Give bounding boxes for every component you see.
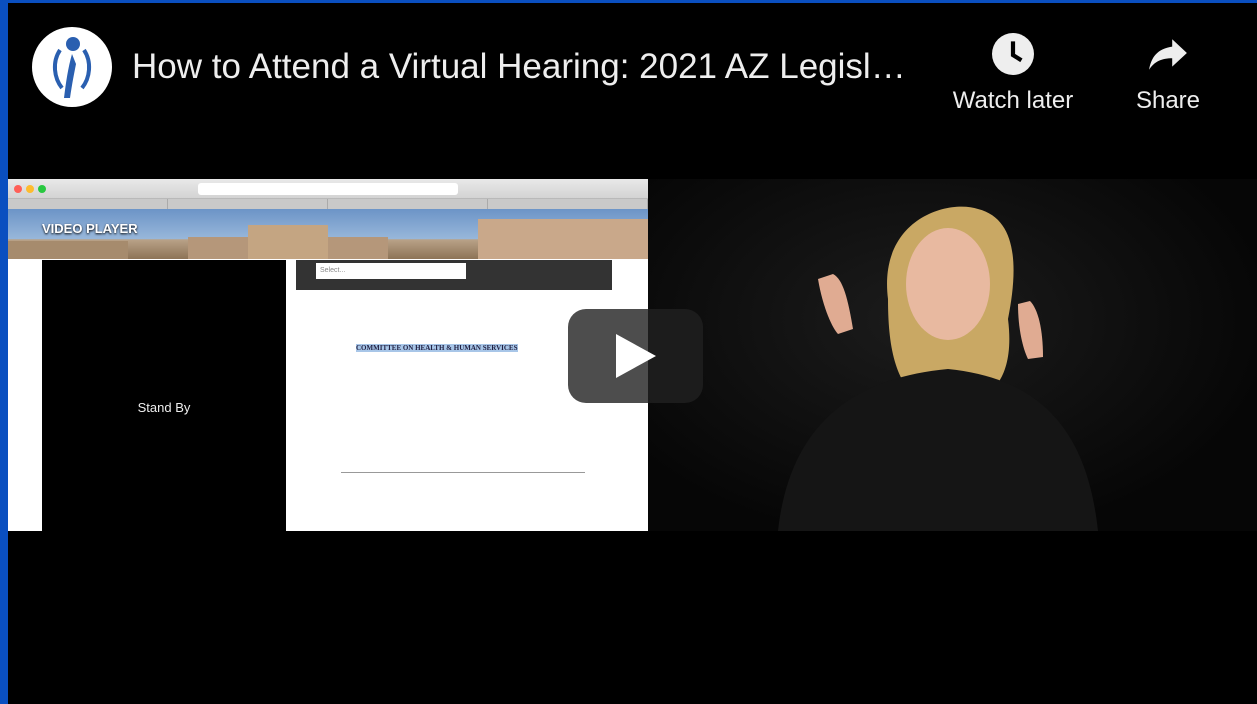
- share-label: Share: [1135, 87, 1201, 114]
- video-player-label: VIDEO PLAYER: [42, 221, 138, 236]
- document-title: COMMITTEE ON HEALTH & HUMAN SERVICES: [356, 344, 518, 352]
- document-select: Select...: [316, 263, 466, 279]
- share-arrow-icon: [1149, 39, 1187, 70]
- browser-tabs: [8, 199, 648, 209]
- share-button[interactable]: Share: [1123, 33, 1213, 115]
- video-frame: VIDEO PLAYER Stand By Select... COMMITTE…: [8, 179, 1257, 531]
- screen-recording: VIDEO PLAYER Stand By Select... COMMITTE…: [8, 179, 648, 531]
- clock-icon: [992, 33, 1034, 75]
- document-toolbar: Select...: [296, 260, 612, 290]
- channel-logo-icon[interactable]: [32, 27, 112, 107]
- url-bar: [198, 183, 458, 195]
- stand-by-panel: Stand By: [42, 260, 286, 531]
- watch-later-button[interactable]: Watch later: [938, 33, 1088, 115]
- browser-toolbar: [8, 179, 648, 199]
- video-title[interactable]: How to Attend a Virtual Hearing: 2021 AZ…: [132, 47, 932, 87]
- play-icon: [615, 334, 656, 378]
- watch-later-label: Watch later: [952, 87, 1074, 114]
- capitol-banner: VIDEO PLAYER: [8, 209, 648, 259]
- stand-by-text: Stand By: [137, 400, 191, 415]
- play-button[interactable]: [568, 309, 703, 403]
- interpreter-video: [648, 179, 1257, 531]
- video-player[interactable]: How to Attend a Virtual Hearing: 2021 AZ…: [8, 3, 1257, 704]
